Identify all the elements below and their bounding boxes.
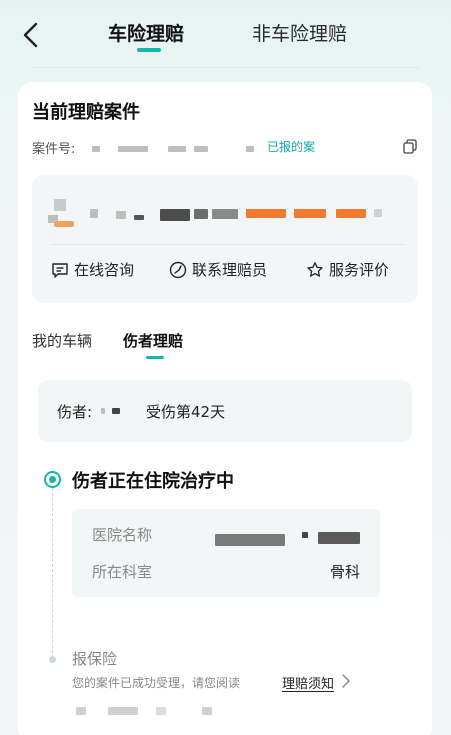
copy-icon[interactable] [403, 139, 417, 154]
online-consult-button[interactable]: 在线咨询 [51, 259, 134, 280]
online-consult-label: 在线咨询 [74, 261, 135, 279]
redacted-case-number [194, 146, 208, 152]
hospital-info-panel: 医院名称 所在科室 骨科 [72, 509, 380, 597]
redacted-claim-info [374, 209, 382, 217]
redacted-case-number [92, 146, 100, 152]
header-divider [30, 67, 420, 68]
claim-summary-panel: 在线咨询 联系理赔员 服务评价 [32, 175, 418, 303]
redacted-hospital-name [302, 532, 308, 538]
injured-person-panel: 伤者: 受伤第42天 [38, 380, 412, 442]
chat-icon [52, 262, 68, 278]
tab-injury-claim[interactable]: 伤者理赔 [123, 330, 183, 351]
redacted-name [101, 408, 105, 414]
redacted-case-number [168, 146, 186, 152]
contact-adjuster-label: 联系理赔员 [192, 261, 268, 279]
redacted-footer-text [156, 707, 166, 715]
claim-notice-link[interactable]: 理赔须知 [282, 673, 334, 692]
tab-noncar-claim[interactable]: 非车险理赔 [252, 19, 347, 46]
back-icon[interactable] [18, 20, 44, 50]
timeline-line [52, 488, 53, 658]
redacted-claim-info [90, 209, 98, 218]
top-nav: 车险理赔 非车险理赔 [0, 0, 451, 70]
active-subtab-indicator [146, 356, 164, 359]
avatar [48, 199, 74, 227]
step-report-description: 您的案件已成功受理，请您阅读 [72, 676, 241, 690]
service-rating-label: 服务评价 [329, 261, 390, 279]
redacted-footer-text [76, 707, 86, 715]
case-status-badge: 已报的案 [267, 140, 316, 154]
redacted-hospital-name [318, 532, 360, 544]
tab-my-vehicle[interactable]: 我的车辆 [32, 330, 92, 351]
contact-adjuster-button[interactable]: 联系理赔员 [169, 259, 267, 280]
redacted-hospital-name [215, 534, 285, 546]
redacted-claim-info [134, 215, 144, 220]
redacted-footer-text [202, 707, 212, 715]
hospital-name-label: 医院名称 [92, 526, 153, 544]
redacted-claim-info [294, 209, 326, 218]
redacted-claim-info [336, 209, 366, 218]
injured-person-label: 伤者: [57, 403, 93, 421]
service-rating-button[interactable]: 服务评价 [306, 259, 389, 280]
case-number-label: 案件号: [32, 142, 76, 157]
redacted-name [112, 408, 120, 414]
step-hospitalized-title: 伤者正在住院治疗中 [72, 471, 234, 492]
redacted-claim-info [194, 209, 208, 219]
redacted-case-number [246, 146, 254, 152]
contact-icon [169, 261, 187, 278]
redacted-claim-info [160, 209, 190, 221]
chevron-right-icon[interactable] [340, 673, 352, 689]
step-report-title: 报保险 [72, 650, 118, 668]
panel-divider [50, 244, 405, 245]
redacted-claim-info [116, 211, 126, 219]
timeline-pending-dot [49, 656, 56, 663]
department-label: 所在科室 [92, 563, 153, 581]
timeline-active-dot [44, 471, 61, 488]
active-tab-indicator [137, 48, 161, 52]
star-icon [307, 261, 323, 277]
claim-card: 当前理赔案件 案件号: 已报的案 在线咨询 联系理赔员 服务评价 我的车辆 伤者… [18, 82, 432, 735]
redacted-claim-info [246, 209, 286, 218]
redacted-footer-text [108, 707, 138, 715]
card-title: 当前理赔案件 [32, 102, 140, 123]
injury-days-text: 受伤第42天 [146, 403, 226, 421]
department-value: 骨科 [329, 563, 360, 581]
redacted-claim-info [212, 209, 238, 219]
redacted-case-number [118, 146, 148, 152]
tab-car-claim[interactable]: 车险理赔 [108, 19, 184, 46]
